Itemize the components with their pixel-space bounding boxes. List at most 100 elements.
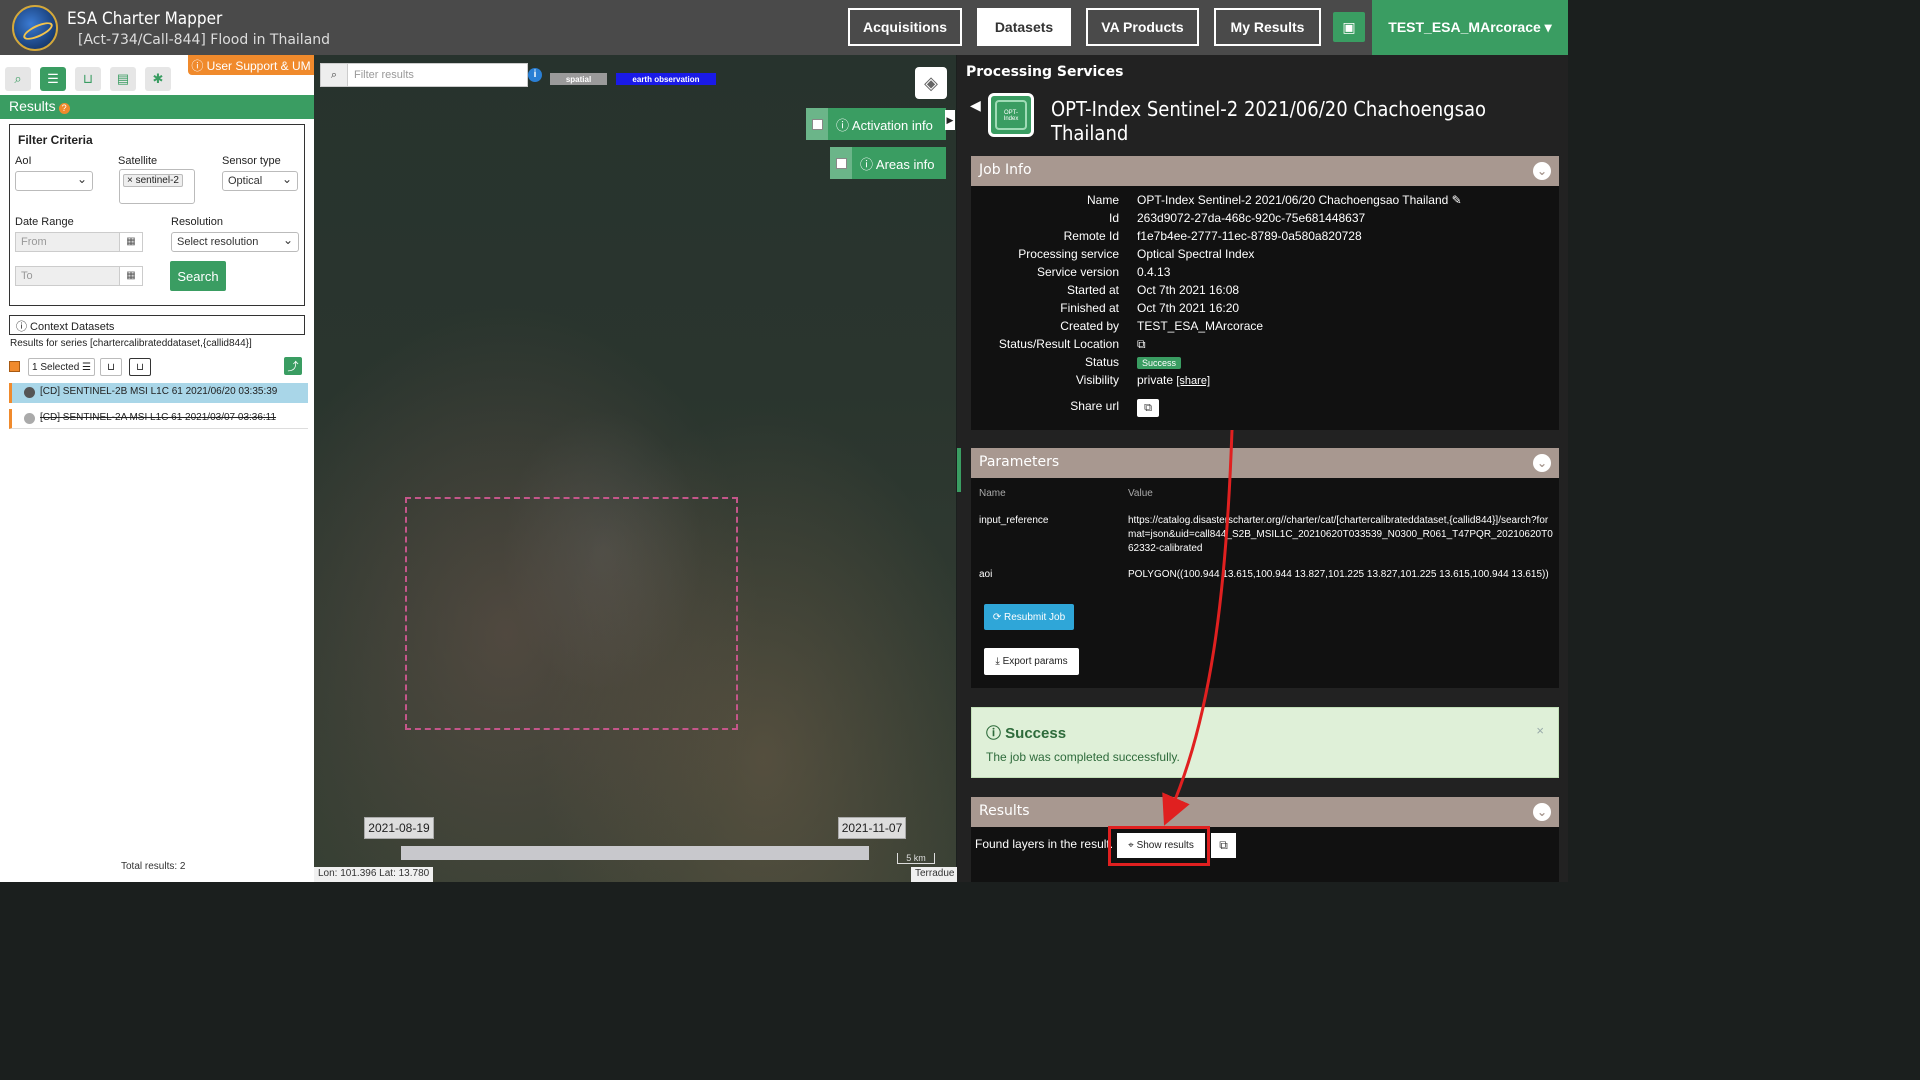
- job-info-row: Started at Oct 7th 2021 16:08: [1066, 283, 1240, 297]
- share-icon[interactable]: ⤴: [284, 357, 302, 375]
- success-message: The job was completed successfully.: [986, 750, 1180, 764]
- context-datasets[interactable]: ⓘ Context Datasets: [9, 315, 305, 335]
- app-title: ESA Charter Mapper: [67, 9, 223, 29]
- tag-earth-observation[interactable]: earth observation: [616, 73, 716, 85]
- dataset-label: [CD] SENTINEL-2A MSI L1C 61 2021/03/07 0…: [40, 412, 277, 423]
- globe-icon: [24, 413, 35, 424]
- filter-title: Filter Criteria: [18, 133, 93, 147]
- status-badge: Success: [1137, 357, 1182, 369]
- visibility-row: Visibility private [share]: [1075, 373, 1211, 387]
- globe-icon: [24, 387, 35, 398]
- chevron-down-icon[interactable]: ⌄: [1533, 803, 1551, 821]
- search-icon: ⌕: [321, 64, 348, 86]
- info-icon[interactable]: i: [528, 68, 542, 82]
- checkbox[interactable]: [830, 147, 852, 179]
- job-info-row: Id 263d9072-27da-468c-920c-75e681448637: [1108, 211, 1366, 225]
- job-info-row: Finished at Oct 7th 2021 16:20: [1060, 301, 1240, 315]
- add-basket-icon[interactable]: ⊔: [100, 358, 122, 376]
- back-arrow-icon[interactable]: ◀: [970, 97, 981, 114]
- activation-title: [Act-734/Call-844] Flood in Thailand: [78, 32, 331, 48]
- satellite-label: Satellite: [118, 155, 158, 167]
- splitter-handle[interactable]: [957, 448, 961, 492]
- map-view[interactable]: [314, 55, 956, 882]
- nav-acquisitions[interactable]: Acquisitions: [848, 8, 962, 46]
- briefcase-icon[interactable]: ▣: [1333, 12, 1365, 42]
- sensor-label: Sensor type: [222, 155, 281, 167]
- copy-icon[interactable]: ⧉: [1211, 833, 1236, 858]
- aoi-rectangle: [405, 497, 738, 730]
- job-info-header[interactable]: Job Info ⌄: [971, 156, 1559, 186]
- chevron-down-icon[interactable]: ⌄: [1533, 454, 1551, 472]
- nav-my-results[interactable]: My Results: [1214, 8, 1321, 46]
- export-params-button[interactable]: ⤓ Export params: [984, 648, 1079, 675]
- aoi-label: AoI: [15, 155, 32, 167]
- external-link-icon[interactable]: ⧉: [1137, 337, 1146, 352]
- areas-info-label: ⓘ Areas info: [860, 156, 935, 172]
- date-range-label: Date Range: [15, 216, 74, 228]
- chevron-down-icon[interactable]: ⌄: [1533, 162, 1551, 180]
- selected-dropdown[interactable]: 1 Selected ☰: [28, 358, 95, 376]
- remove-basket-icon[interactable]: ⊔: [129, 358, 151, 376]
- map-attribution: Terradue: [911, 867, 959, 882]
- left-panel: ⌕ ☰ ⊔ ▤ ✱ ⓘ User Support & UM Results? F…: [0, 55, 314, 882]
- results-header[interactable]: Results ⌄: [971, 797, 1559, 827]
- nav-datasets[interactable]: Datasets: [977, 8, 1071, 46]
- activation-info-toggle[interactable]: ⓘ Activation info: [806, 108, 946, 140]
- dataset-row[interactable]: [CD] SENTINEL-2B MSI L1C 61 2021/06/20 0…: [9, 383, 308, 403]
- help-icon[interactable]: ?: [58, 103, 70, 114]
- sensor-select[interactable]: Optical: [222, 171, 298, 191]
- param-value-col: Value: [1128, 488, 1153, 499]
- to-date-input[interactable]: To: [15, 266, 121, 286]
- satellite-field[interactable]: × sentinel-2: [119, 169, 195, 204]
- scale-bar: 5 km: [897, 853, 935, 864]
- results-title: Results: [979, 803, 1030, 819]
- settings-icon[interactable]: ✱: [145, 67, 171, 91]
- timeline-end-date: 2021-11-07: [838, 817, 906, 839]
- parameters-title: Parameters: [979, 454, 1060, 470]
- highlight-box: [1108, 826, 1210, 866]
- job-info-row: Name OPT-Index Sentinel-2 2021/06/20 Chac…: [1086, 193, 1462, 207]
- tag-spatial[interactable]: spatial: [550, 73, 607, 85]
- job-info-title: Job Info: [979, 162, 1032, 178]
- coordinates-readout: Lon: 101.396 Lat: 13.780: [314, 867, 434, 882]
- visibility-value: private: [1137, 373, 1174, 387]
- search-button[interactable]: Search: [170, 261, 226, 291]
- resolution-label: Resolution: [171, 216, 223, 228]
- archive-icon[interactable]: ▤: [110, 67, 136, 91]
- job-info-row: Remote Id f1e7b4ee-2777-11ec-8789-0a580a8…: [1063, 229, 1362, 243]
- satellite-tag[interactable]: × sentinel-2: [123, 174, 183, 187]
- expand-right-icon[interactable]: ▶: [945, 110, 955, 130]
- close-icon[interactable]: ×: [1536, 723, 1544, 738]
- copy-icon[interactable]: ⧉: [1137, 399, 1159, 417]
- series-text: Results for series [chartercalibrateddat…: [10, 338, 252, 349]
- calendar-icon[interactable]: ▦: [119, 266, 143, 286]
- layers-icon[interactable]: ◈: [915, 67, 947, 99]
- nav-va-products[interactable]: VA Products: [1086, 8, 1199, 46]
- user-support-button[interactable]: ⓘ User Support & UM: [188, 55, 314, 75]
- activation-info-label: ⓘ Activation info: [836, 117, 933, 133]
- dataset-row[interactable]: [CD] SENTINEL-2A MSI L1C 61 2021/03/07 0…: [9, 409, 308, 429]
- checkbox[interactable]: [806, 108, 828, 140]
- param-name-col: Name: [979, 488, 1006, 499]
- timeline-slider[interactable]: [401, 846, 869, 860]
- share-link[interactable]: [share]: [1176, 375, 1210, 387]
- from-date-input[interactable]: From: [15, 232, 121, 252]
- aoi-select[interactable]: [15, 171, 93, 191]
- parameters-header[interactable]: Parameters ⌄: [971, 448, 1559, 478]
- top-bar: ESA Charter Mapper [Act-734/Call-844] Fl…: [0, 0, 1568, 55]
- user-menu[interactable]: TEST_ESA_MArcorace ▾: [1372, 0, 1568, 55]
- select-all-checkbox[interactable]: [9, 361, 20, 372]
- search-icon[interactable]: ⌕: [5, 67, 31, 91]
- job-info-panel: Name OPT-Index Sentinel-2 2021/06/20 Chac…: [971, 186, 1559, 430]
- success-title: ⓘ Success: [986, 725, 1067, 742]
- resubmit-job-button[interactable]: ⟳ Resubmit Job: [984, 604, 1074, 630]
- timeline-start-date: 2021-08-19: [364, 817, 434, 839]
- filter-results-input[interactable]: ⌕ Filter results: [320, 63, 528, 87]
- found-layers-text: Found layers in the result.: [975, 837, 1114, 851]
- resolution-select[interactable]: Select resolution: [171, 232, 299, 252]
- list-icon[interactable]: ☰: [40, 67, 66, 91]
- basket-icon[interactable]: ⊔: [75, 67, 101, 91]
- job-info-row: Service version 0.4.13: [1036, 265, 1171, 279]
- areas-info-toggle[interactable]: ⓘ Areas info: [830, 147, 946, 179]
- calendar-icon[interactable]: ▦: [119, 232, 143, 252]
